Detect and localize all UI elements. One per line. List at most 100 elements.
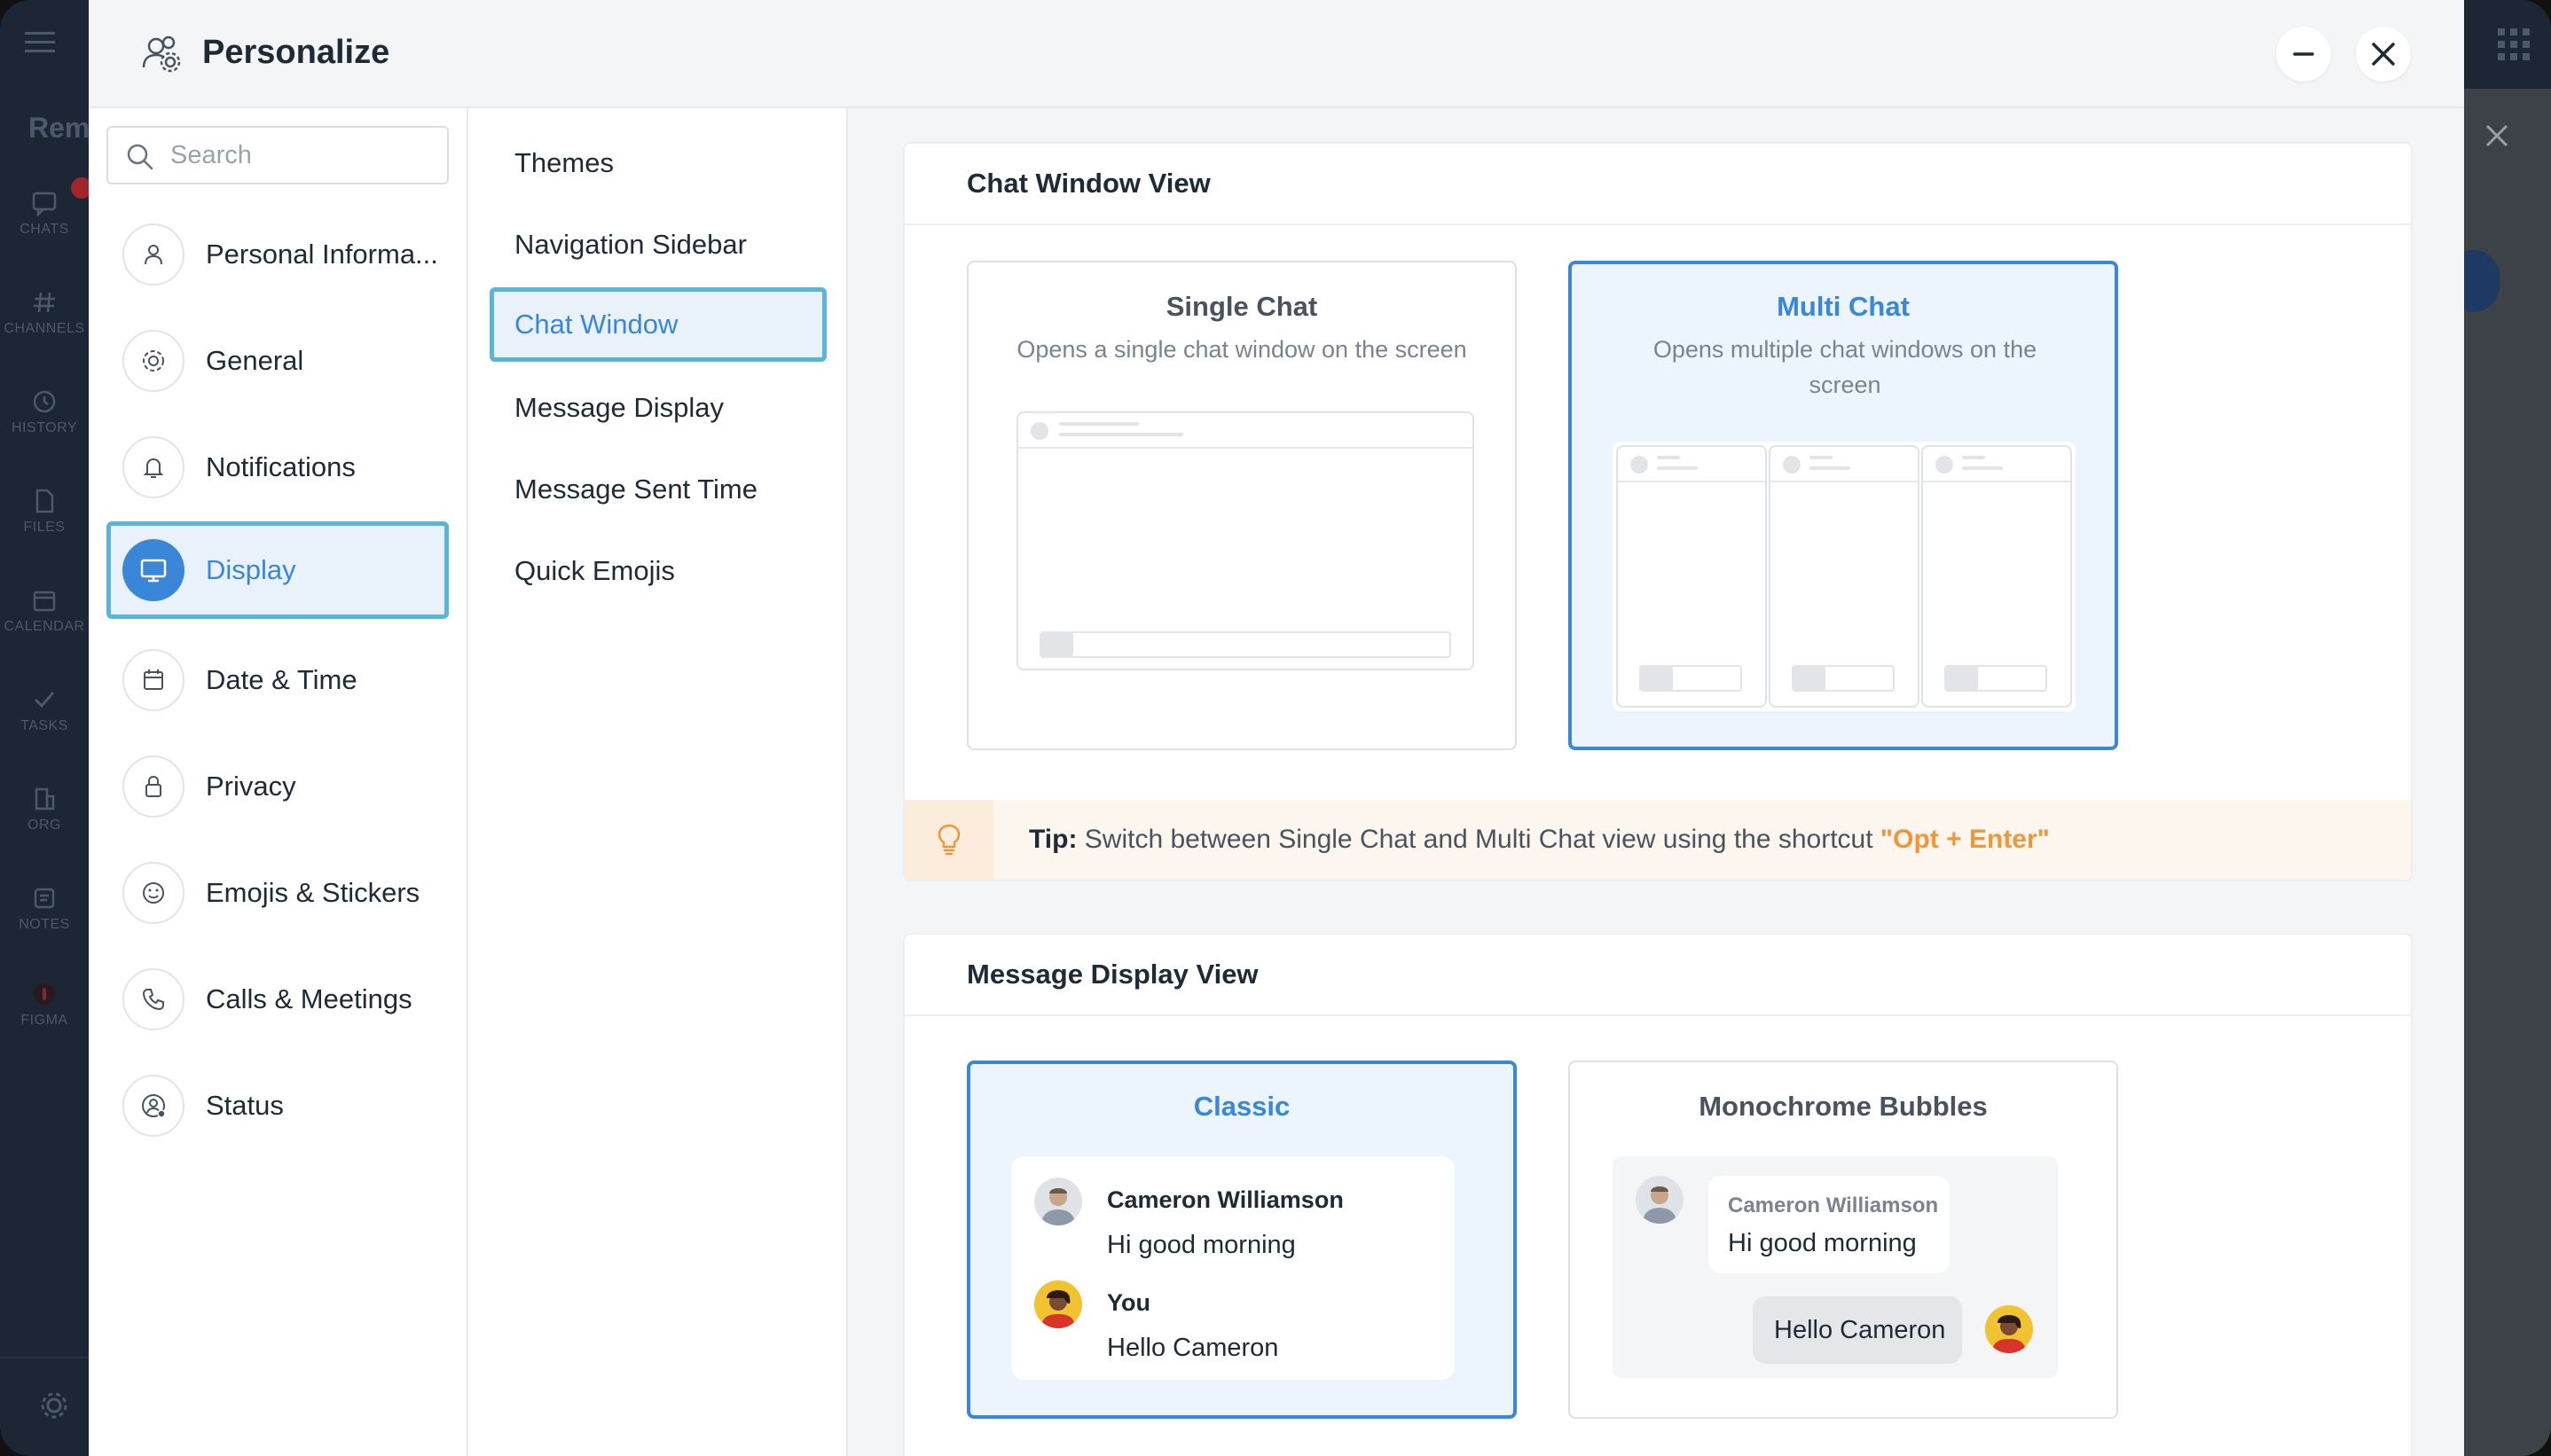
nav-item-label: Calls & Meetings (206, 983, 412, 1014)
message-sender: Cameron Williamson (1728, 1194, 1939, 1217)
search-icon (127, 144, 153, 170)
multi-chat-option[interactable]: Multi Chat Opens multiple chat windows o… (1568, 261, 2118, 750)
nav-item-notifications[interactable]: Notifications (106, 419, 449, 516)
chat-icon (32, 192, 57, 216)
minimize-button[interactable] (2276, 27, 2331, 82)
incoming-bubble: Cameron Williamson Hi good morning (1708, 1176, 1950, 1273)
shortcut-tip: Tip: Switch between Single Chat and Mult… (905, 800, 2411, 880)
avatar-man-icon (1636, 1176, 1684, 1224)
rail-item-calendar: CALENDAR (0, 587, 89, 635)
nav-item-status[interactable]: Status (106, 1057, 449, 1155)
nav-item-label: Display (206, 554, 296, 585)
monochrome-preview: Cameron Williamson Hi good morning Hello… (1613, 1156, 2058, 1378)
multi-chat-preview (1613, 442, 2076, 711)
nav-item-display[interactable]: Display (106, 521, 449, 619)
classic-option[interactable]: Classic Cameron Williamson Hi good morni… (967, 1061, 1517, 1419)
option-title: Monochrome Bubbles (1699, 1091, 1988, 1122)
monitor-icon (140, 559, 167, 583)
tip-shortcut: "Opt + Enter" (1880, 825, 2050, 854)
divider (905, 223, 2411, 225)
search-input[interactable] (170, 128, 436, 183)
message-text: Hi good morning (1728, 1229, 1917, 1257)
tip-label: Tip: (1029, 825, 1078, 854)
settings-categories: Personal Informa... General Notification… (89, 108, 468, 1456)
nav-item-label: Date & Time (206, 664, 357, 695)
single-chat-option[interactable]: Single Chat Opens a single chat window o… (967, 261, 1517, 750)
subnav-message-sent-time[interactable]: Message Sent Time (490, 452, 827, 527)
nav-item-personal-information[interactable]: Personal Informa... (106, 206, 449, 303)
minus-icon (2293, 52, 2314, 56)
notes-icon (34, 888, 55, 909)
avatar (1985, 1305, 2033, 1353)
subnav-themes[interactable]: Themes (490, 126, 827, 200)
option-title: Multi Chat (1777, 291, 1910, 322)
check-icon (34, 692, 55, 708)
avatar-man-icon (1034, 1178, 1082, 1225)
user-icon (145, 245, 162, 265)
rail-item-org: ORG (0, 786, 89, 834)
background-sidebar: Rem CHATS CHANNELS HISTORY FILES CALENDA… (0, 0, 92, 1456)
rail-item-notes: NOTES (0, 885, 89, 933)
nav-item-date-time[interactable]: Date & Time (106, 631, 449, 729)
nav-item-label: Emojis & Stickers (206, 877, 420, 908)
section-title: Message Display View (967, 959, 1259, 990)
classic-preview: Cameron Williamson Hi good morning You H… (1011, 1156, 1455, 1380)
background-topbar (2464, 0, 2551, 89)
monochrome-bubbles-option[interactable]: Monochrome Bubbles Cameron Williamson Hi… (1568, 1061, 2118, 1419)
lock-icon (145, 775, 161, 797)
option-description: Opens multiple chat windows on the scree… (1652, 336, 2037, 398)
rail-item-channels: CHANNELS (0, 289, 89, 337)
rail-item-tasks: TASKS (0, 686, 89, 734)
screen: Rem CHATS CHANNELS HISTORY FILES CALENDA… (0, 0, 2551, 1456)
tip-text: Tip: Switch between Single Chat and Mult… (1029, 800, 2050, 880)
avatar (1636, 1176, 1684, 1224)
rail-divider (0, 1357, 89, 1358)
subnav-navigation-sidebar[interactable]: Navigation Sidebar (490, 207, 827, 282)
dialog-header: Personalize (89, 0, 2464, 108)
tip-message: Switch between Single Chat and Multi Cha… (1077, 825, 1880, 854)
subnav-message-display[interactable]: Message Display (490, 371, 827, 445)
settings-icon (41, 1392, 67, 1419)
message-sender: You (1107, 1289, 1150, 1316)
nav-item-emojis-stickers[interactable]: Emojis & Stickers (106, 844, 449, 942)
nav-item-calls-meetings[interactable]: Calls & Meetings (106, 951, 449, 1048)
section-title: Chat Window View (967, 168, 1211, 199)
user-status-icon (142, 1094, 166, 1118)
message-text: Hello Cameron (1107, 1334, 1279, 1362)
background-close-icon (2485, 124, 2508, 147)
history-icon (33, 390, 56, 413)
file-icon (35, 489, 54, 513)
subnav-chat-window[interactable]: Chat Window (490, 287, 827, 362)
chat-window-view-card: Chat Window View Single Chat Opens a sin… (903, 142, 2413, 881)
close-button[interactable] (2356, 27, 2411, 82)
background-app-title: Rem (28, 112, 90, 144)
figma-icon (34, 983, 55, 1005)
calendar-icon (144, 669, 163, 690)
divider (905, 1014, 2411, 1016)
nav-item-label: Status (206, 1090, 284, 1121)
personalize-dialog: Personalize Personal Informa... General (89, 0, 2464, 1456)
people-settings-icon (142, 35, 181, 73)
message-text: Hello Cameron (1774, 1316, 1946, 1344)
background-panel (2446, 89, 2551, 1456)
gear-icon (143, 350, 164, 372)
nav-item-label: Privacy (206, 771, 296, 802)
subnav-quick-emojis[interactable]: Quick Emojis (490, 534, 827, 608)
nav-item-general[interactable]: General (106, 312, 449, 410)
message-display-view-card: Message Display View Classic Cameron Wil… (903, 933, 2413, 1456)
message-sender: Cameron Williamson (1107, 1186, 1344, 1213)
display-subsections: Themes Navigation Sidebar Chat Window Me… (468, 108, 848, 1456)
lightbulb-icon (938, 824, 961, 856)
hash-icon (34, 292, 55, 313)
apps-grid-icon (2498, 28, 2530, 60)
calendar-icon (33, 591, 56, 612)
settings-content: Chat Window View Single Chat Opens a sin… (848, 108, 2464, 1456)
search-box (106, 126, 449, 184)
nav-item-label: General (206, 345, 304, 376)
nav-item-privacy[interactable]: Privacy (106, 738, 449, 835)
outgoing-bubble: Hello Cameron (1753, 1296, 1962, 1364)
bell-icon (143, 458, 164, 478)
nav-item-label: Notifications (206, 451, 356, 482)
hamburger-menu-icon (25, 32, 55, 52)
avatar-woman-icon (1985, 1305, 2033, 1353)
